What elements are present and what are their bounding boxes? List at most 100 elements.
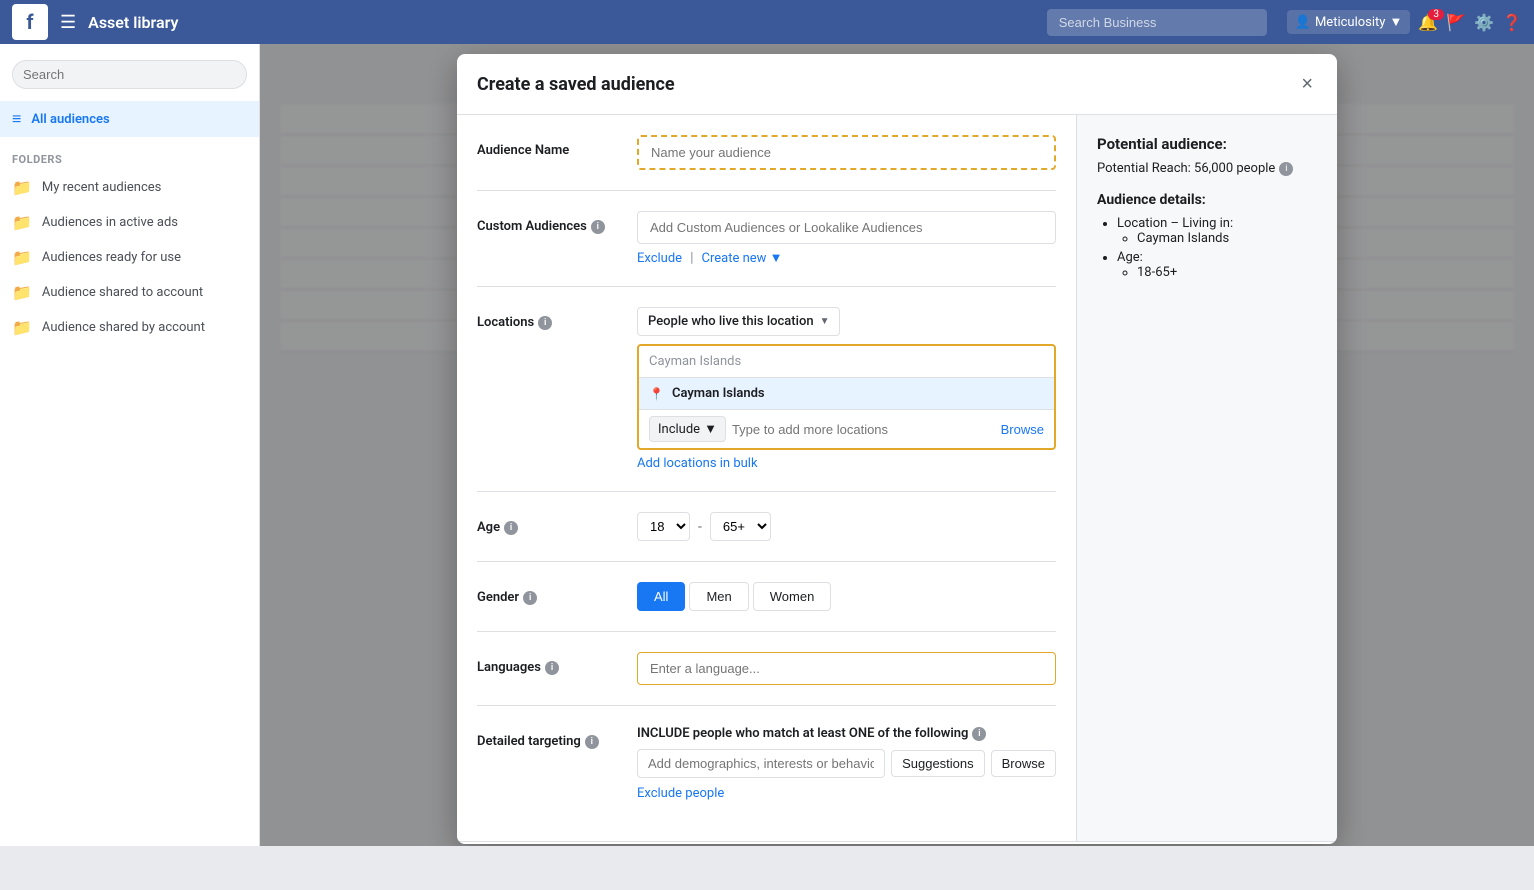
- audience-name-input[interactable]: [637, 135, 1056, 170]
- locations-label-col: Locations i: [477, 307, 637, 471]
- locations-label: Locations i: [477, 315, 637, 330]
- location-type-dropdown[interactable]: People who live this location ▼: [637, 307, 840, 336]
- languages-input[interactable]: [637, 652, 1056, 685]
- sidebar-item-active-ads[interactable]: 📁 Audiences in active ads: [0, 205, 259, 240]
- custom-audiences-field-col: Exclude | Create new ▼: [637, 211, 1056, 266]
- account-selector[interactable]: 👤 Meticulosity ▼: [1287, 10, 1411, 34]
- exclude-people-link[interactable]: Exclude people: [637, 786, 724, 801]
- location-browse-button[interactable]: Browse: [1001, 422, 1044, 437]
- custom-audiences-label-col: Custom Audiences i: [477, 211, 637, 266]
- sidebar-item-ready[interactable]: 📁 Audiences ready for use: [0, 240, 259, 275]
- shared-to-icon: 📁: [12, 283, 32, 302]
- age-label: Age i: [477, 520, 637, 535]
- location-dropdown-icon: ▼: [820, 316, 830, 327]
- sidebar-item-recent[interactable]: 📁 My recent audiences: [0, 170, 259, 205]
- gender-buttons: All Men Women: [637, 582, 1056, 611]
- audience-details: Location – Living in: Cayman Islands Age…: [1097, 216, 1317, 280]
- modal-left-panel: Audience Name Custom Audiences: [457, 115, 1077, 841]
- modal-body: Audience Name Custom Audiences: [457, 115, 1337, 841]
- suggestions-button[interactable]: Suggestions: [891, 750, 985, 777]
- gender-men-button[interactable]: Men: [689, 582, 748, 611]
- detailed-targeting-label: Detailed targeting i: [477, 734, 637, 749]
- location-type-input[interactable]: [732, 422, 995, 437]
- gender-field-col: All Men Women: [637, 582, 1056, 611]
- custom-audiences-input[interactable]: [637, 211, 1056, 244]
- bulk-locations-link[interactable]: Add locations in bulk: [637, 456, 758, 471]
- modal-right-panel: Potential audience: Potential Reach: 56,…: [1077, 115, 1337, 841]
- age-min-select[interactable]: 18 21 25 30 35 40 45 50 55: [637, 512, 690, 541]
- audience-details-title: Audience details:: [1097, 192, 1317, 208]
- age-field-col: 18 21 25 30 35 40 45 50 55: [637, 512, 1056, 541]
- gender-all-button[interactable]: All: [637, 582, 685, 611]
- folders-title: FOLDERS: [0, 145, 259, 170]
- location-search-box: Cayman Islands 📍 Cayman Islands Include: [637, 344, 1056, 450]
- audience-detail-location-sub: Cayman Islands: [1137, 231, 1317, 246]
- detailed-targeting-field-col: INCLUDE people who match at least ONE of…: [637, 726, 1056, 801]
- main-layout: ≡ All audiences FOLDERS 📁 My recent audi…: [0, 44, 1534, 846]
- modal-close-button[interactable]: ×: [1297, 70, 1317, 98]
- gender-label: Gender i: [477, 590, 637, 605]
- top-search-input[interactable]: [1047, 9, 1267, 36]
- location-add-row: Include ▼ Browse: [639, 410, 1054, 448]
- gender-info-icon[interactable]: i: [523, 591, 537, 605]
- create-new-link[interactable]: Create new ▼: [702, 250, 783, 266]
- potential-reach-info-icon[interactable]: i: [1279, 162, 1293, 176]
- detailed-targeting-row: Detailed targeting i INCLUDE people who …: [477, 726, 1056, 821]
- custom-audiences-label: Custom Audiences i: [477, 219, 637, 234]
- help-icon[interactable]: ❓: [1502, 13, 1522, 32]
- dt-input-wrap: [637, 749, 885, 778]
- ready-icon: 📁: [12, 248, 32, 267]
- settings-icon[interactable]: ⚙️: [1474, 13, 1494, 32]
- sidebar-search-input[interactable]: [12, 60, 247, 89]
- sidebar-item-all-audiences[interactable]: ≡ All audiences: [0, 101, 259, 137]
- include-dropdown-icon: ▼: [704, 421, 717, 437]
- detailed-browse-button[interactable]: Browse: [991, 750, 1056, 777]
- pin-icon: 📍: [649, 387, 664, 401]
- sidebar-item-shared-by[interactable]: 📁 Audience shared by account: [0, 310, 259, 345]
- custom-audiences-row: Custom Audiences i Exclude |: [477, 211, 1056, 287]
- languages-info-icon[interactable]: i: [545, 661, 559, 675]
- potential-audience-title: Potential audience:: [1097, 135, 1317, 153]
- create-new-dropdown-icon: ▼: [770, 251, 783, 266]
- include-dropdown[interactable]: Include ▼: [649, 416, 726, 442]
- audience-detail-age: Age: 18-65+: [1117, 250, 1317, 280]
- dt-include-text: INCLUDE people who match at least ONE of…: [637, 726, 1056, 741]
- create-audience-modal: Create a saved audience × Audience Name: [457, 54, 1337, 844]
- detailed-targeting-controls: Suggestions Browse: [637, 749, 1056, 778]
- folders-section: FOLDERS 📁 My recent audiences 📁 Audience…: [0, 145, 259, 345]
- detailed-targeting-input[interactable]: [638, 750, 884, 777]
- ca-actions: Exclude | Create new ▼: [637, 250, 1056, 266]
- flag-icon[interactable]: 🚩: [1446, 13, 1466, 32]
- location-search-input-display: Cayman Islands: [639, 346, 1054, 378]
- notifications-icon[interactable]: 🔔 3: [1418, 13, 1438, 32]
- modal-overlay: Create a saved audience × Audience Name: [260, 44, 1534, 846]
- top-nav: f ☰ Asset library 👤 Meticulosity ▼ 🔔 3 🚩…: [0, 0, 1534, 44]
- languages-label-col: Languages i: [477, 652, 637, 685]
- sidebar-item-shared-to[interactable]: 📁 Audience shared to account: [0, 275, 259, 310]
- age-max-select[interactable]: 65+ 18 21 25 30 35 40 45 50: [710, 512, 771, 541]
- gender-women-button[interactable]: Women: [753, 582, 832, 611]
- custom-audiences-info-icon[interactable]: i: [591, 220, 605, 234]
- include-label: Include: [658, 422, 700, 437]
- age-separator: -: [698, 519, 702, 535]
- exclude-link[interactable]: Exclude: [637, 251, 682, 266]
- modal-title: Create a saved audience: [477, 74, 675, 95]
- languages-field-col: [637, 652, 1056, 685]
- gender-row: Gender i All Men Women: [477, 582, 1056, 632]
- locations-info-icon[interactable]: i: [538, 316, 552, 330]
- age-info-icon[interactable]: i: [504, 521, 518, 535]
- location-result-item[interactable]: 📍 Cayman Islands: [639, 378, 1054, 410]
- dt-include-info-icon[interactable]: i: [972, 727, 986, 741]
- shared-by-icon: 📁: [12, 318, 32, 337]
- hamburger-menu[interactable]: ☰: [60, 12, 76, 33]
- age-row: Age i 18 21 25 30: [477, 512, 1056, 562]
- detailed-targeting-info-icon[interactable]: i: [585, 735, 599, 749]
- modal-footer: Cancel Create Audience: [457, 841, 1337, 844]
- languages-label: Languages i: [477, 660, 637, 675]
- main-content: e Created Sharing 6/2018-- 6/2018-- 5/20…: [260, 44, 1534, 846]
- sidebar: ≡ All audiences FOLDERS 📁 My recent audi…: [0, 44, 260, 846]
- locations-field-col: People who live this location ▼ Cayman I…: [637, 307, 1056, 471]
- audience-name-field-col: [637, 135, 1056, 170]
- app-title: Asset library: [88, 13, 178, 32]
- modal-header: Create a saved audience ×: [457, 54, 1337, 115]
